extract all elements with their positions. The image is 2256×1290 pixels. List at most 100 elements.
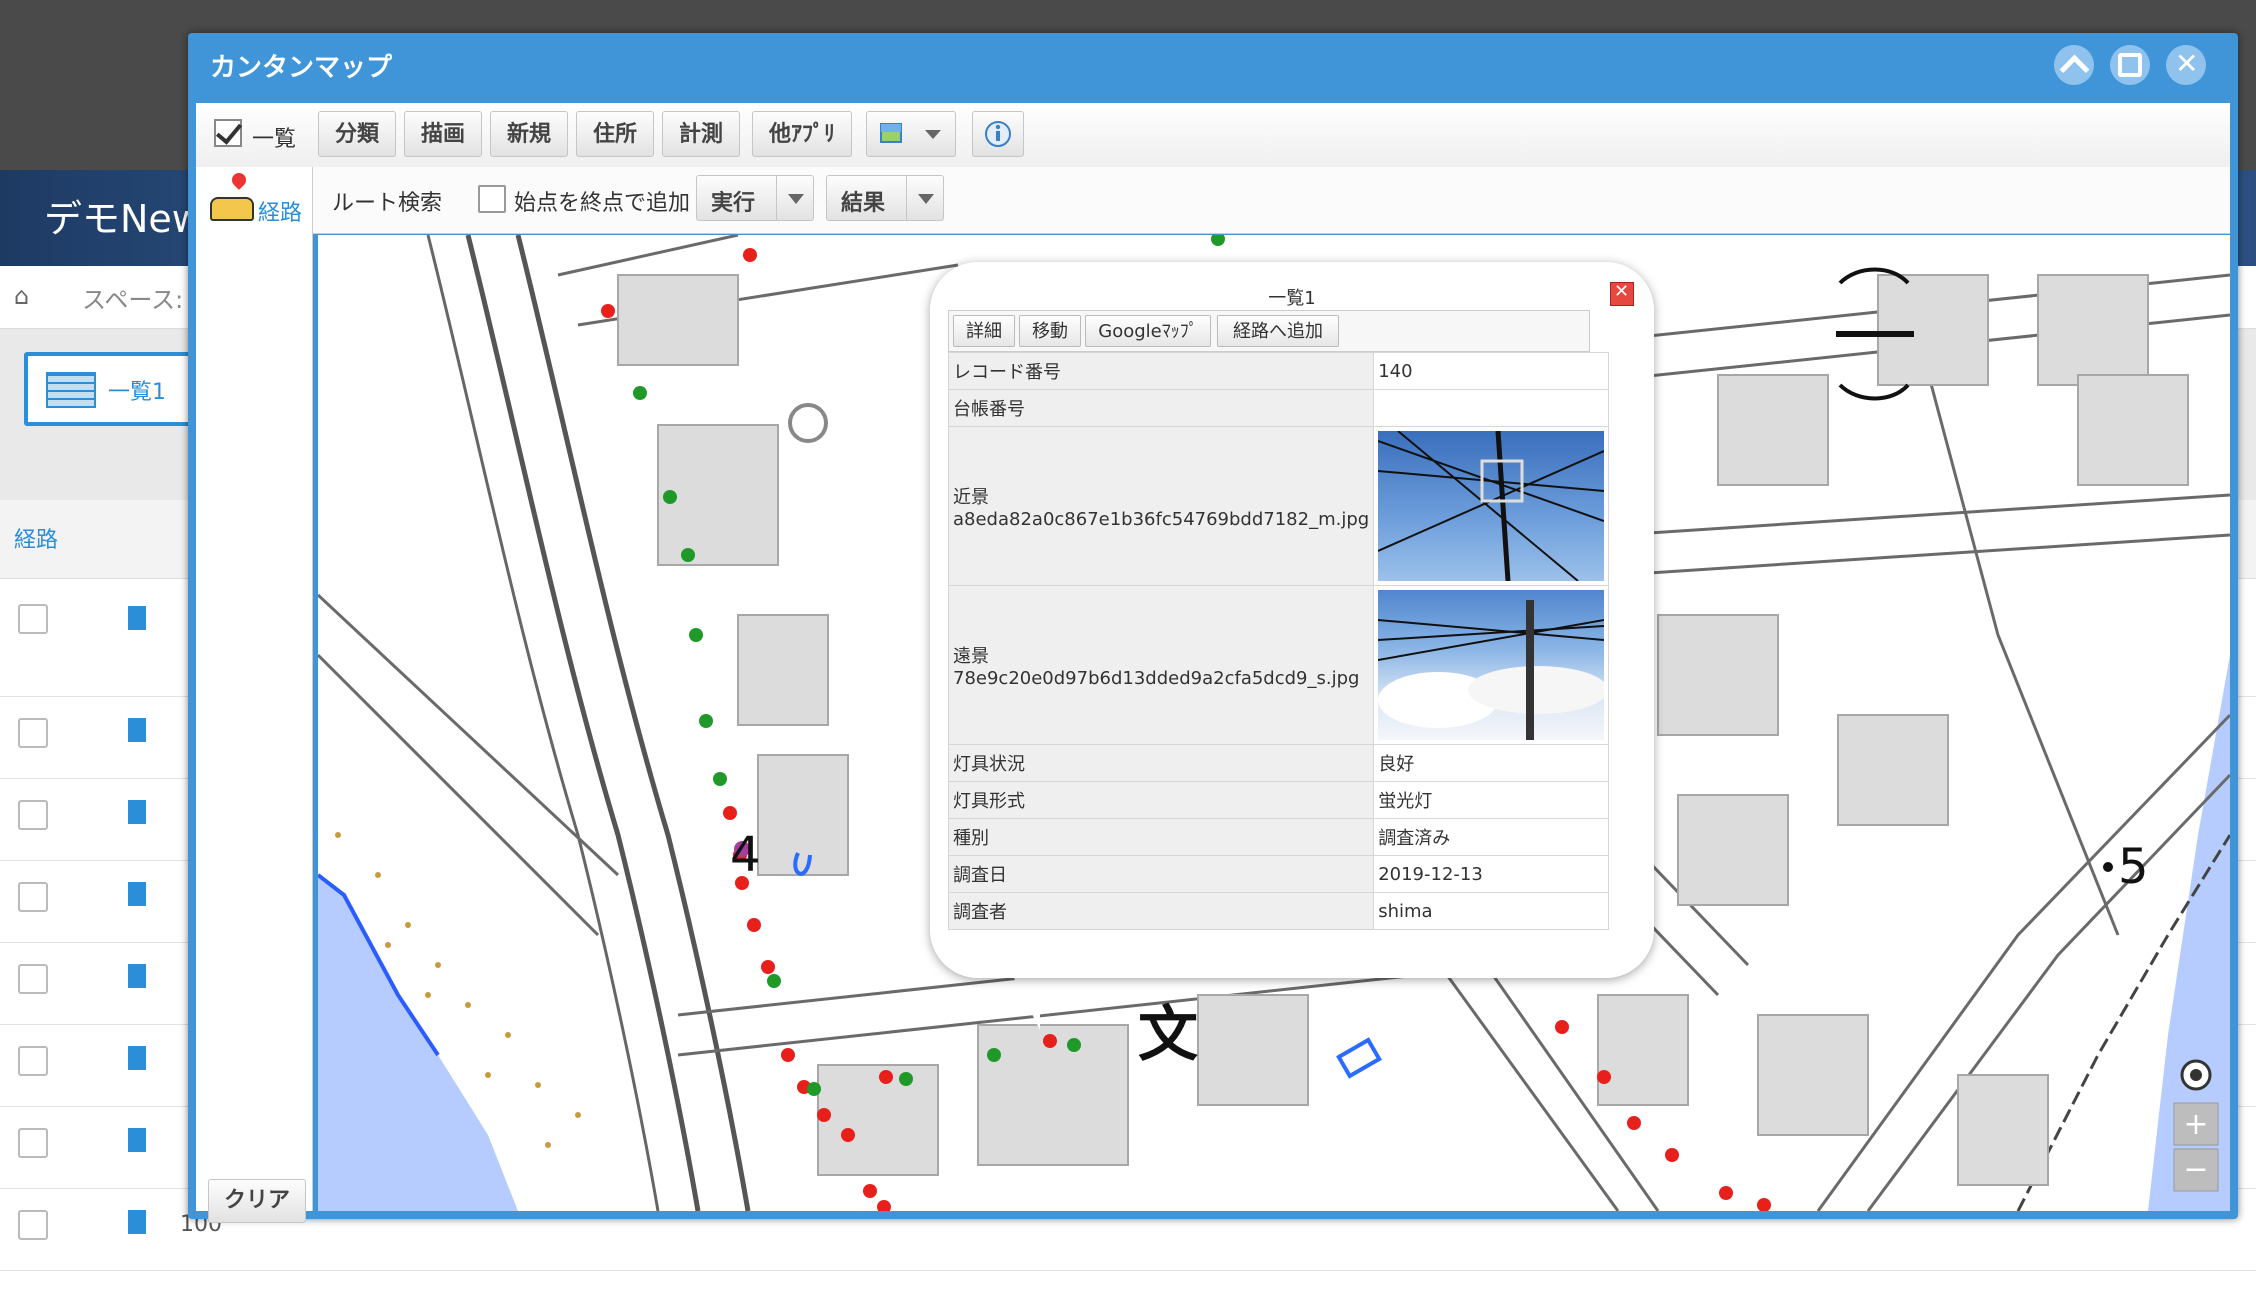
- attr-value: 140: [1373, 352, 1610, 390]
- attr-key: 種別: [947, 818, 1375, 856]
- attr-key: 灯具状況: [947, 744, 1375, 782]
- basemap-dropdown[interactable]: [866, 111, 956, 157]
- row-checkbox[interactable]: [18, 718, 48, 748]
- add-start-as-end-label: 始点を終点で追加: [514, 191, 691, 216]
- far-photo[interactable]: [1378, 590, 1605, 740]
- row-checkbox[interactable]: [18, 800, 48, 830]
- document-icon[interactable]: [128, 964, 146, 988]
- table-row: 調査日 2019-12-13: [947, 855, 1610, 893]
- close-icon[interactable]: [1610, 281, 1634, 306]
- svg-text:+: +: [2183, 1107, 2208, 1142]
- route-toolbar: 経路 ルート検索 始点を終点で追加 実行 結果: [196, 167, 2230, 234]
- photo-filename: a8eda82a0c867e1b36fc54769bdd7182_m.jpg: [953, 508, 1370, 530]
- near-photo[interactable]: [1378, 431, 1605, 581]
- map-controls: + −: [2173, 1059, 2219, 1192]
- chevron-down-icon[interactable]: [776, 176, 813, 220]
- image-icon: [880, 123, 941, 143]
- clear-button[interactable]: クリア: [208, 1179, 306, 1223]
- run-split-button[interactable]: 実行: [696, 175, 814, 221]
- move-button[interactable]: 移動: [1019, 315, 1081, 347]
- attr-key-photo-near: 近景 a8eda82a0c867e1b36fc54769bdd7182_m.jp…: [947, 426, 1375, 586]
- document-icon[interactable]: [128, 1128, 146, 1152]
- pin-icon: [229, 170, 249, 190]
- attr-key: レコード番号: [947, 352, 1375, 390]
- attr-key: 遠景: [953, 645, 989, 667]
- table-row: 調査者 shima: [947, 892, 1610, 930]
- maximize-icon[interactable]: [2110, 45, 2150, 85]
- route-tab[interactable]: 経路: [196, 167, 313, 233]
- svg-text:−: −: [2183, 1152, 2208, 1187]
- list-checkbox-label: 一覧: [252, 127, 297, 152]
- list-view-button[interactable]: 一覧1: [24, 352, 202, 426]
- route-sidebar: クリア: [196, 233, 313, 1223]
- google-map-button[interactable]: Googleﾏｯﾌﾟ: [1085, 315, 1211, 347]
- add-start-as-end-checkbox[interactable]: [478, 185, 506, 213]
- document-icon[interactable]: [128, 1210, 146, 1234]
- document-icon[interactable]: [128, 606, 146, 630]
- column-header-route[interactable]: 経路: [14, 522, 58, 554]
- add-to-route-button[interactable]: 経路へ追加: [1217, 315, 1339, 347]
- zoom-in-button[interactable]: +: [2173, 1102, 2219, 1146]
- info-icon: [985, 121, 1011, 147]
- detail-button[interactable]: 詳細: [953, 315, 1015, 347]
- measure-button[interactable]: 計測: [662, 111, 740, 157]
- feature-popup: 一覧1 詳細 移動 Googleﾏｯﾌﾟ 経路へ追加 レコード番号 140 台帳…: [930, 262, 1654, 978]
- photo-filename: 78e9c20e0d97b6d13dded9a2cfa5dcd9_s.jpg: [953, 667, 1360, 689]
- attr-value: 良好: [1373, 744, 1610, 782]
- run-button-label[interactable]: 実行: [711, 185, 755, 217]
- photo-cell: [1373, 585, 1610, 745]
- row-checkbox[interactable]: [18, 1210, 48, 1240]
- table-row: 遠景 78e9c20e0d97b6d13dded9a2cfa5dcd9_s.jp…: [947, 585, 1610, 745]
- row-checkbox[interactable]: [18, 1046, 48, 1076]
- table-row: 近景 a8eda82a0c867e1b36fc54769bdd7182_m.jp…: [947, 426, 1610, 586]
- utility-pole-image: [1378, 431, 1605, 581]
- home-icon[interactable]: ⌂: [14, 282, 29, 310]
- route-search-label: ルート検索: [332, 191, 443, 216]
- document-icon[interactable]: [128, 718, 146, 742]
- other-apps-button[interactable]: 他ｱﾌﾟﾘ: [752, 111, 852, 157]
- current-location-icon[interactable]: [2180, 1059, 2212, 1091]
- attr-key: 灯具形式: [947, 781, 1375, 819]
- row-checkbox[interactable]: [18, 882, 48, 912]
- document-icon[interactable]: [128, 800, 146, 824]
- table-row: 灯具形式 蛍光灯: [947, 781, 1610, 819]
- attr-value: 蛍光灯: [1373, 781, 1610, 819]
- category-button[interactable]: 分類: [318, 111, 396, 157]
- new-button[interactable]: 新規: [490, 111, 568, 157]
- close-icon[interactable]: [2166, 45, 2206, 85]
- list-checkbox[interactable]: [214, 119, 242, 147]
- attr-value: 調査済み: [1373, 818, 1610, 856]
- result-split-button[interactable]: 結果: [826, 175, 944, 221]
- table-icon: [46, 372, 96, 408]
- list-view-label: 一覧1: [108, 380, 166, 405]
- table-row: 灯具状況 良好: [947, 744, 1610, 782]
- car-icon: [210, 197, 254, 221]
- info-button[interactable]: [972, 111, 1024, 157]
- result-button-label[interactable]: 結果: [841, 185, 885, 217]
- zoom-out-button[interactable]: −: [2173, 1148, 2219, 1192]
- chevron-down-icon[interactable]: [906, 176, 943, 220]
- row-checkbox[interactable]: [18, 604, 48, 634]
- table-row: レコード番号 140: [947, 352, 1610, 390]
- map-toolbar: 一覧 分類 描画 新規 住所 計測 他ｱﾌﾟﾘ: [196, 103, 2230, 168]
- popup-tail: [1010, 970, 1040, 1030]
- document-icon[interactable]: [128, 882, 146, 906]
- attr-value: shima: [1373, 892, 1610, 930]
- row-checkbox[interactable]: [18, 1128, 48, 1158]
- attribute-table: レコード番号 140 台帳番号 近景 a8eda82a0c867e1b36fc5…: [947, 352, 1610, 930]
- attr-key: 台帳番号: [947, 389, 1375, 427]
- row-checkbox[interactable]: [18, 964, 48, 994]
- attr-key: 調査者: [947, 892, 1375, 930]
- route-tab-label: 経路: [258, 201, 303, 226]
- draw-button[interactable]: 描画: [404, 111, 482, 157]
- app-banner-title: デモNew: [44, 197, 203, 241]
- photo-cell: [1373, 426, 1610, 586]
- dialog-title: カンタンマップ: [210, 53, 393, 83]
- map-label-5: 5: [2118, 839, 2149, 895]
- collapse-icon[interactable]: [2054, 45, 2094, 85]
- document-icon[interactable]: [128, 1046, 146, 1070]
- school-symbol: 文: [1138, 1000, 1198, 1070]
- address-button[interactable]: 住所: [576, 111, 654, 157]
- attr-value: [1373, 389, 1610, 427]
- utility-pole-image: [1378, 600, 1605, 740]
